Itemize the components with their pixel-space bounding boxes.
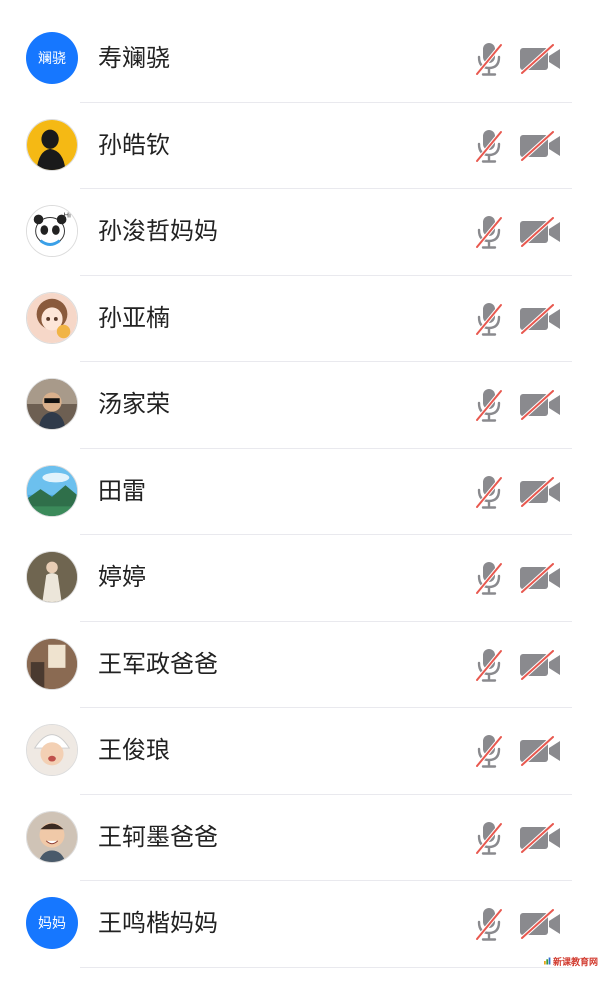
camera-off-icon[interactable] (519, 476, 561, 507)
participant-list: 斓骁 寿斓骁孙皓钦 Hi 孙浚哲妈妈孙亚楠汤家荣田雷婷婷王军政爸爸王俊琅王轲墨爸爸妈妈… (0, 16, 600, 968)
participant-name: 孙浚哲妈妈 (98, 217, 218, 245)
avatar: 斓骁 (26, 32, 78, 84)
participant-name: 孙皓钦 (98, 130, 170, 159)
participant-row[interactable]: 孙亚楠 (0, 276, 600, 363)
participant-row[interactable]: 王轲墨爸爸 (0, 795, 600, 882)
camera-off-icon[interactable] (519, 649, 561, 680)
avatar: Hi (26, 205, 78, 257)
avatar (26, 724, 78, 776)
microphone-muted-icon[interactable] (474, 214, 504, 250)
camera-off-icon[interactable] (519, 43, 561, 75)
participant-row[interactable]: 王军政爸爸 (0, 622, 600, 709)
avatar-image (27, 292, 77, 343)
microphone-muted-icon[interactable] (474, 128, 504, 164)
participant-row[interactable]: 婷婷 (0, 535, 600, 622)
watermark-logo-icon (544, 957, 551, 965)
participant-name: 婷婷 (98, 563, 146, 591)
participant-name: 田雷 (98, 476, 146, 505)
watermark-text: 新课教育网 (552, 957, 598, 968)
avatar-image (27, 811, 77, 862)
watermark: 新课教育网 (544, 950, 598, 972)
participant-name: 王军政爸爸 (98, 649, 218, 678)
avatar (26, 810, 78, 863)
avatar-image (27, 552, 77, 602)
avatar-image (27, 379, 77, 429)
participant-name: 汤家荣 (98, 390, 170, 418)
participant-name: 孙亚楠 (98, 303, 170, 332)
avatar-image (27, 465, 77, 516)
participant-row[interactable]: 孙皓钦 (0, 103, 600, 190)
camera-off-icon[interactable] (519, 908, 561, 940)
participant-name: 王轲墨爸爸 (98, 822, 218, 851)
camera-off-icon[interactable] (519, 303, 561, 334)
svg-text:Hi: Hi (64, 211, 72, 220)
participant-row[interactable]: 妈妈 王鸣楷妈妈 (0, 881, 600, 968)
camera-off-icon[interactable] (519, 735, 561, 767)
camera-off-icon[interactable] (519, 562, 561, 594)
microphone-muted-icon[interactable] (474, 474, 504, 510)
participant-row[interactable]: 王俊琅 (0, 708, 600, 795)
participant-name: 王俊琅 (98, 736, 170, 764)
avatar (26, 118, 78, 171)
camera-off-icon[interactable] (519, 822, 561, 853)
avatar-initials: 妈妈 (38, 916, 66, 932)
microphone-muted-icon[interactable] (474, 41, 504, 77)
avatar-image: Hi (27, 206, 77, 256)
participant-row[interactable]: Hi 孙浚哲妈妈 (0, 189, 600, 276)
participant-name: 寿斓骁 (98, 44, 170, 72)
avatar-image (27, 119, 77, 170)
microphone-muted-icon[interactable] (474, 733, 504, 769)
avatar-image (27, 638, 77, 689)
participant-name: 王鸣楷妈妈 (98, 909, 218, 937)
avatar (26, 291, 78, 344)
camera-off-icon[interactable] (519, 216, 561, 248)
participant-row[interactable]: 斓骁 寿斓骁 (0, 16, 600, 103)
avatar (26, 637, 78, 690)
avatar-image (27, 725, 77, 775)
participant-row[interactable]: 汤家荣 (0, 362, 600, 449)
camera-off-icon[interactable] (519, 389, 561, 421)
microphone-muted-icon[interactable] (474, 820, 504, 856)
camera-off-icon[interactable] (519, 130, 561, 161)
microphone-muted-icon[interactable] (474, 560, 504, 596)
avatar (26, 551, 78, 603)
microphone-muted-icon[interactable] (474, 301, 504, 337)
avatar: 妈妈 (26, 897, 78, 949)
avatar (26, 464, 78, 517)
microphone-muted-icon[interactable] (474, 906, 504, 942)
microphone-muted-icon[interactable] (474, 647, 504, 683)
participant-row[interactable]: 田雷 (0, 449, 600, 536)
avatar-initials: 斓骁 (38, 51, 66, 67)
avatar (26, 378, 78, 430)
microphone-muted-icon[interactable] (474, 387, 504, 423)
